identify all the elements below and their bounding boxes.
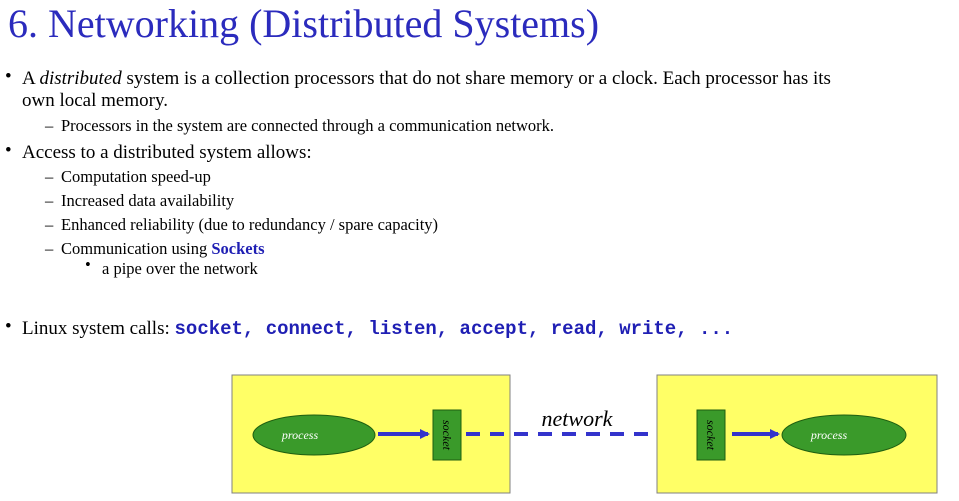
left-process-label: process xyxy=(281,428,319,442)
right-socket-label: socket xyxy=(704,420,718,451)
network-label: network xyxy=(542,406,614,431)
right-process-label: process xyxy=(810,428,848,442)
left-socket-label: socket xyxy=(440,420,454,451)
network-diagram: process socket network socket process xyxy=(231,374,938,494)
